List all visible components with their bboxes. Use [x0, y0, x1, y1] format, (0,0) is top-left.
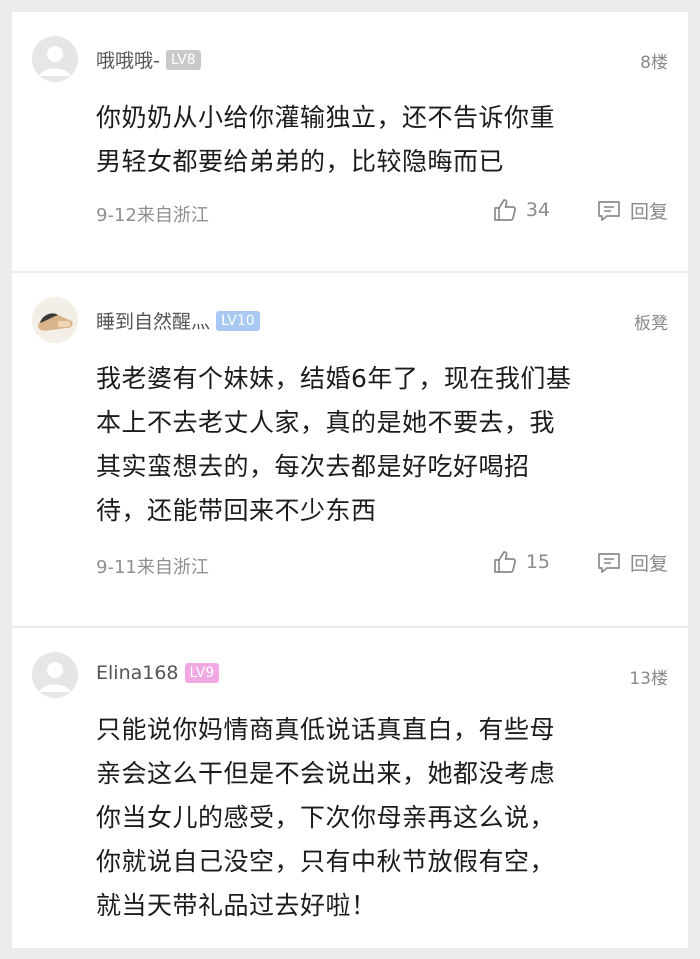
comment-line: 待，还能带回来不少东西 — [96, 496, 377, 525]
comment-line: 亲会这么干但是不会说出来，她都没考虑 — [96, 759, 556, 788]
comment-card: 哦哦哦- LV8 8楼 你奶奶从小给你灌输独立，还不告诉你重 男轻女都要给弟弟的… — [12, 12, 688, 271]
thumbs-up-icon — [493, 199, 516, 221]
comment-text: 你奶奶从小给你灌输独立，还不告诉你重 男轻女都要给弟弟的，比较隐晦而已 — [96, 96, 652, 184]
comment-line: 本上不去老丈人家，真的是她不要去，我 — [96, 408, 556, 437]
avatar-default[interactable] — [32, 36, 78, 82]
reply-label: 回复 — [629, 201, 668, 223]
level-badge: LV10 — [216, 310, 260, 331]
like-count: 15 — [525, 551, 550, 573]
floor-label: 13楼 — [629, 669, 668, 689]
user-placeholder-icon — [32, 652, 78, 698]
comment-card: 睡到自然醒灬 LV10 板凳 我老婆有个妹妹，结婚6年了，现在我们基 本上不去老… — [12, 273, 688, 626]
comment-meta: 9-12来自浙江 34 回复 — [96, 197, 668, 227]
reply-label: 回复 — [629, 553, 668, 575]
comment-line: 你就说自己没空，只有中秋节放假有空， — [96, 847, 556, 876]
comment-header: 哦哦哦- LV8 8楼 — [32, 36, 668, 82]
username-text[interactable]: Elina168 — [96, 662, 179, 684]
comment-bubble-icon — [598, 552, 620, 573]
comment-line: 我老婆有个妹妹，结婚6年了，现在我们基 — [96, 364, 572, 393]
comment-line: 只能说你妈情商真低说话真直白，有些母 — [96, 715, 556, 744]
comment-line: 其实蛮想去的，每次去都是好吃好喝招 — [96, 452, 530, 481]
comment-text: 只能说你妈情商真低说话真直白，有些母 亲会这么干但是不会说出来，她都没考虑 你当… — [96, 708, 652, 928]
comment-text: 我老婆有个妹妹，结婚6年了，现在我们基 本上不去老丈人家，真的是她不要去，我 其… — [96, 357, 652, 533]
username[interactable]: 哦哦哦- LV8 — [96, 46, 201, 73]
like-count: 34 — [525, 199, 550, 221]
username-text[interactable]: 哦哦哦- — [96, 46, 160, 73]
comment-line: 你当女儿的感受，下次你母亲再这么说， — [96, 803, 556, 832]
username[interactable]: 睡到自然醒灬 LV10 — [96, 307, 260, 334]
like-button[interactable]: 34 — [492, 197, 550, 223]
timestamp: 9-11来自浙江 — [96, 557, 209, 578]
comment-bubble-icon — [598, 200, 620, 221]
reply-button[interactable]: 回复 — [596, 549, 668, 576]
like-button[interactable]: 15 — [492, 549, 550, 575]
comment-card: Elina168 LV9 13楼 只能说你妈情商真低说话真直白，有些母 亲会这么… — [12, 628, 688, 948]
reply-button[interactable]: 回复 — [596, 197, 668, 224]
comment-line: 你奶奶从小给你灌输独立，还不告诉你重 — [96, 103, 556, 132]
username-text[interactable]: 睡到自然醒灬 — [96, 307, 210, 334]
avatar-default[interactable] — [32, 652, 78, 698]
username[interactable]: Elina168 LV9 — [96, 662, 220, 684]
comment-line: 男轻女都要给弟弟的，比较隐晦而已 — [96, 147, 505, 176]
comment-header: 睡到自然醒灬 LV10 板凳 — [32, 297, 668, 343]
comment-line: 就当天带礼品过去好啦！ — [96, 891, 377, 920]
sleeping-avatar-icon — [32, 297, 78, 343]
user-placeholder-icon — [32, 36, 78, 82]
floor-label: 8楼 — [640, 53, 668, 73]
comment-header: Elina168 LV9 13楼 — [32, 652, 668, 698]
timestamp: 9-12来自浙江 — [96, 205, 209, 226]
level-badge: LV9 — [184, 663, 220, 683]
avatar[interactable] — [32, 297, 78, 343]
thumbs-up-icon — [493, 551, 516, 573]
level-badge: LV8 — [165, 49, 201, 70]
comment-meta: 9-11来自浙江 15 回复 — [96, 549, 668, 579]
floor-label: 板凳 — [634, 314, 668, 334]
